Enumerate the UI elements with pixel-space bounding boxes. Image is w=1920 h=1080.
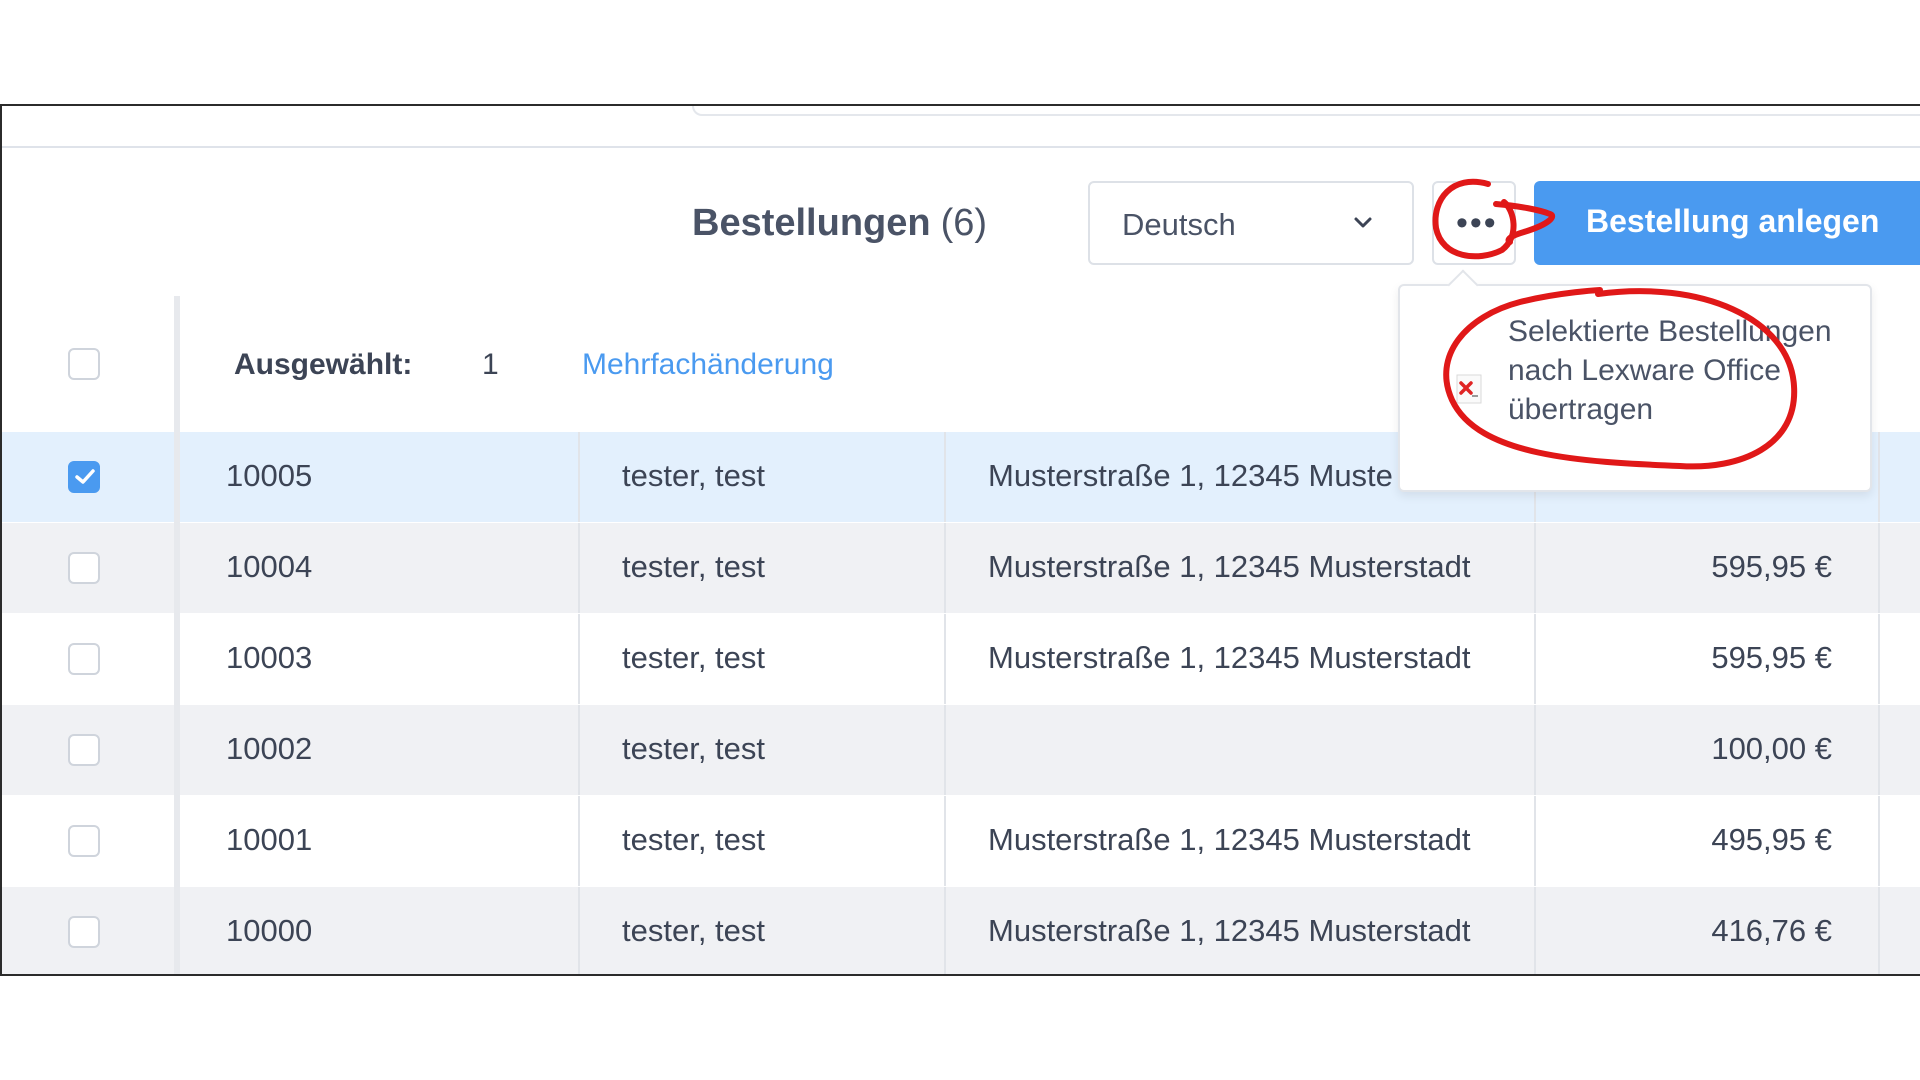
column-divider [578,705,580,795]
checkbox-column-divider [2,296,180,974]
column-divider [1534,796,1536,886]
column-divider [944,796,946,886]
column-divider [578,796,580,886]
more-dots-icon: ••• [1456,204,1498,242]
customer-name: tester, test [622,458,766,493]
order-total: 495,95 € [1711,822,1832,857]
column-divider [1534,705,1536,795]
order-id: 10000 [226,913,313,948]
order-total: 595,95 € [1711,640,1832,675]
menu-item-label: Selektierte Bestellungen nach Lexware Of… [1508,315,1832,426]
customer-name: tester, test [622,822,766,857]
column-divider [1878,614,1880,704]
column-divider [944,705,946,795]
address: Musterstraße 1, 12345 Musterstadt [988,640,1471,675]
order-count: (6) [940,202,988,244]
column-divider [578,523,580,613]
column-divider [578,887,580,974]
more-actions-button[interactable]: ••• [1432,181,1516,265]
column-divider [944,887,946,974]
actions-dropdown-menu: Selektierte Bestellungen nach Lexware Of… [1398,269,1872,492]
order-id: 10005 [226,458,313,493]
table-row[interactable]: 10004 tester, test Musterstraße 1, 12345 M… [2,523,1920,613]
address: Musterstraße 1, 12345 Musterstadt [988,822,1471,857]
column-divider [578,614,580,704]
page-title-text: Bestellungen [692,202,931,244]
column-divider [578,432,580,522]
orders-header: Bestellungen (6) Deutsch ••• Bestellung a… [2,148,1920,298]
customer-name: tester, test [622,913,766,948]
column-divider [1878,523,1880,613]
address: Musterstraße 1, 12345 Musterstadt [988,549,1471,584]
order-total: 100,00 € [1711,731,1832,766]
create-order-label: Bestellung anlegen [1586,203,1880,239]
column-divider [1534,887,1536,974]
table-row[interactable]: 10000 tester, test Musterstraße 1, 12345 M… [2,887,1920,974]
app-frame: Bestellungen (6) Deutsch ••• Bestellung a… [0,104,1920,976]
column-divider [1534,614,1536,704]
address: Musterstraße 1, 12345 Musterstadt [988,913,1471,948]
column-divider [1534,523,1536,613]
order-total: 595,95 € [1711,549,1832,584]
column-divider [1878,887,1880,974]
search-field-edge [692,106,1920,116]
column-divider [944,614,946,704]
customer-name: tester, test [622,731,766,766]
table-row[interactable]: 10001 tester, test Musterstraße 1, 12345 M… [2,796,1920,886]
column-divider [1878,705,1880,795]
language-select[interactable]: Deutsch [1088,181,1414,265]
order-id: 10003 [226,640,313,675]
column-divider [1878,796,1880,886]
language-select-value: Deutsch [1122,207,1236,242]
table-row[interactable]: 10002 tester, test 100,00 € [2,705,1920,795]
customer-name: tester, test [622,640,766,675]
top-toolbar-strip [2,106,1920,148]
lexware-icon [1456,374,1482,404]
table-row[interactable]: 10003 tester, test Musterstraße 1, 12345 M… [2,614,1920,704]
page-title: Bestellungen (6) [692,202,987,245]
chevron-down-icon [1354,217,1372,228]
address: Musterstraße 1, 12345 Muste [988,458,1393,493]
column-divider [944,523,946,613]
selected-count: 1 [482,348,499,381]
selected-label: Ausgewählt: [234,348,413,381]
order-id: 10002 [226,731,313,766]
order-total: 416,76 € [1711,913,1832,948]
column-divider [1878,432,1880,522]
column-divider [944,432,946,522]
bulk-edit-link[interactable]: Mehrfachänderung [582,348,834,382]
order-id: 10004 [226,549,313,584]
customer-name: tester, test [622,549,766,584]
order-id: 10001 [226,822,313,857]
create-order-button[interactable]: Bestellung anlegen [1534,181,1920,265]
